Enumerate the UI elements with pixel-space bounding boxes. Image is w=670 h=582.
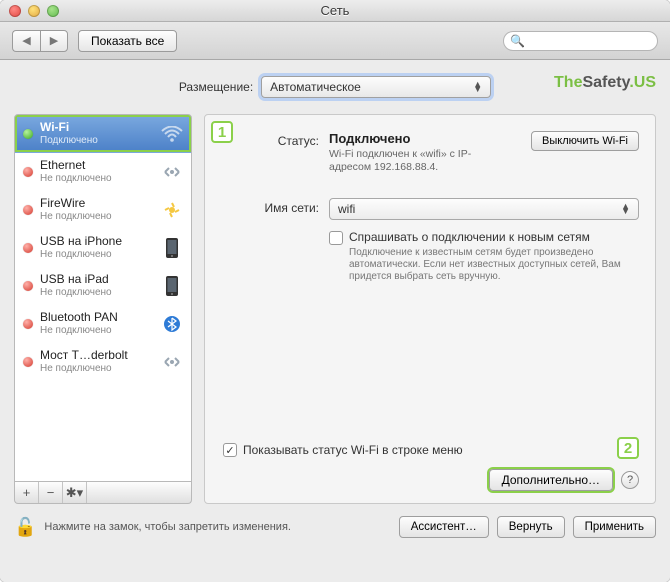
status-led-icon	[23, 129, 33, 139]
service-item-iphone[interactable]: USB на iPadНе подключено	[15, 267, 191, 305]
services-sidebar: Wi-FiПодключеноEthernetНе подключеноFire…	[14, 114, 192, 504]
ethernet-icon	[161, 161, 183, 183]
bluetooth-icon	[161, 313, 183, 335]
ask-new-networks-label: Спрашивать о подключении к новым сетям	[349, 230, 639, 244]
services-list: Wi-FiПодключеноEthernetНе подключеноFire…	[14, 114, 192, 482]
location-row: Размещение: Автоматическое ▲▼ TheSafety.…	[14, 76, 656, 98]
wifi-off-button[interactable]: Выключить Wi-Fi	[531, 131, 639, 151]
firewire-icon	[161, 199, 183, 221]
location-value: Автоматическое	[270, 80, 361, 94]
chevron-up-down-icon: ▲▼	[621, 204, 630, 214]
ethernet-icon	[161, 351, 183, 373]
iphone-icon	[161, 237, 183, 259]
show-status-checkbox[interactable]: ✓	[223, 443, 237, 457]
show-status-row: ✓ Показывать статус Wi-Fi в строке меню	[223, 442, 463, 457]
body: Wi-FiПодключеноEthernetНе подключеноFire…	[14, 114, 656, 504]
watermark: TheSafety.US	[554, 74, 656, 92]
service-name: USB на iPad	[40, 273, 154, 286]
add-service-button[interactable]: +	[15, 482, 39, 503]
service-name: FireWire	[40, 197, 154, 210]
show-status-label: Показывать статус Wi-Fi в строке меню	[243, 443, 463, 457]
service-name: Ethernet	[40, 159, 154, 172]
lock-text: Нажмите на замок, чтобы запретить измене…	[44, 521, 390, 533]
status-led-icon	[23, 357, 33, 367]
footer: 🔓 Нажмите на замок, чтобы запретить изме…	[14, 516, 656, 538]
lock-icon[interactable]: 🔓	[14, 517, 36, 538]
callout-badge-2: 2	[617, 437, 639, 459]
search-icon: 🔍	[510, 34, 525, 48]
service-item-ethernet[interactable]: Мост T…derboltНе подключено	[15, 343, 191, 381]
service-status: Не подключено	[40, 172, 154, 185]
status-led-icon	[23, 205, 33, 215]
service-status: Не подключено	[40, 324, 154, 337]
back-button[interactable]: ◀	[12, 30, 40, 52]
ask-new-networks-help: Подключение к известным сетям будет прои…	[349, 247, 639, 283]
service-status: Не подключено	[40, 210, 154, 223]
location-select[interactable]: Автоматическое ▲▼	[261, 76, 491, 98]
service-status: Подключено	[40, 134, 154, 147]
service-item-bluetooth[interactable]: Bluetooth PANНе подключено	[15, 305, 191, 343]
show-all-button[interactable]: Показать все	[78, 30, 177, 52]
network-prefs-window: Сеть ◀ ▶ Показать все 🔍 Размещение: Авто…	[0, 0, 670, 582]
ask-new-networks-checkbox[interactable]	[329, 231, 343, 245]
advanced-row: Дополнительно… ?	[489, 469, 639, 491]
apply-button[interactable]: Применить	[573, 516, 656, 538]
service-status: Не подключено	[40, 248, 154, 261]
status-value: Подключено	[329, 131, 509, 146]
status-label: Статус:	[221, 131, 329, 174]
search-input[interactable]: 🔍	[503, 31, 658, 51]
service-item-firewire[interactable]: FireWireНе подключено	[15, 191, 191, 229]
services-list-footer: + − ✱▾	[14, 482, 192, 504]
status-detail: Wi-Fi подключен к «wifi» с IP-адресом 19…	[329, 148, 509, 174]
content: Размещение: Автоматическое ▲▼ TheSafety.…	[0, 60, 670, 582]
toolbar: ◀ ▶ Показать все 🔍	[0, 22, 670, 60]
service-actions-button[interactable]: ✱▾	[63, 482, 87, 503]
network-name-value: wifi	[338, 202, 355, 216]
remove-service-button[interactable]: −	[39, 482, 63, 503]
service-item-wifi[interactable]: Wi-FiПодключено	[15, 115, 191, 153]
location-label: Размещение:	[179, 80, 253, 94]
chevron-up-down-icon: ▲▼	[473, 82, 482, 92]
detail-panel: 1 Статус: Подключено Wi-Fi подключен к «…	[204, 114, 656, 504]
service-item-iphone[interactable]: USB на iPhoneНе подключено	[15, 229, 191, 267]
revert-button[interactable]: Вернуть	[497, 516, 565, 538]
status-led-icon	[23, 281, 33, 291]
network-name-label: Имя сети:	[221, 198, 329, 220]
wifi-icon	[161, 123, 183, 145]
service-name: USB на iPhone	[40, 235, 154, 248]
titlebar: Сеть	[0, 0, 670, 22]
iphone-icon	[161, 275, 183, 297]
window-title: Сеть	[0, 3, 670, 18]
assist-button[interactable]: Ассистент…	[399, 516, 489, 538]
ask-new-networks-row: Спрашивать о подключении к новым сетям П…	[221, 230, 639, 283]
service-name: Мост T…derbolt	[40, 349, 154, 362]
forward-button[interactable]: ▶	[40, 30, 68, 52]
advanced-button[interactable]: Дополнительно…	[489, 469, 613, 491]
help-button[interactable]: ?	[621, 471, 639, 489]
service-name: Bluetooth PAN	[40, 311, 154, 324]
network-name-select[interactable]: wifi ▲▼	[329, 198, 639, 220]
service-status: Не подключено	[40, 362, 154, 375]
nav-buttons: ◀ ▶	[12, 30, 68, 52]
status-led-icon	[23, 243, 33, 253]
status-led-icon	[23, 319, 33, 329]
status-led-icon	[23, 167, 33, 177]
callout-badge-1: 1	[211, 121, 233, 143]
service-item-ethernet[interactable]: EthernetНе подключено	[15, 153, 191, 191]
service-status: Не подключено	[40, 286, 154, 299]
service-name: Wi-Fi	[40, 121, 154, 134]
